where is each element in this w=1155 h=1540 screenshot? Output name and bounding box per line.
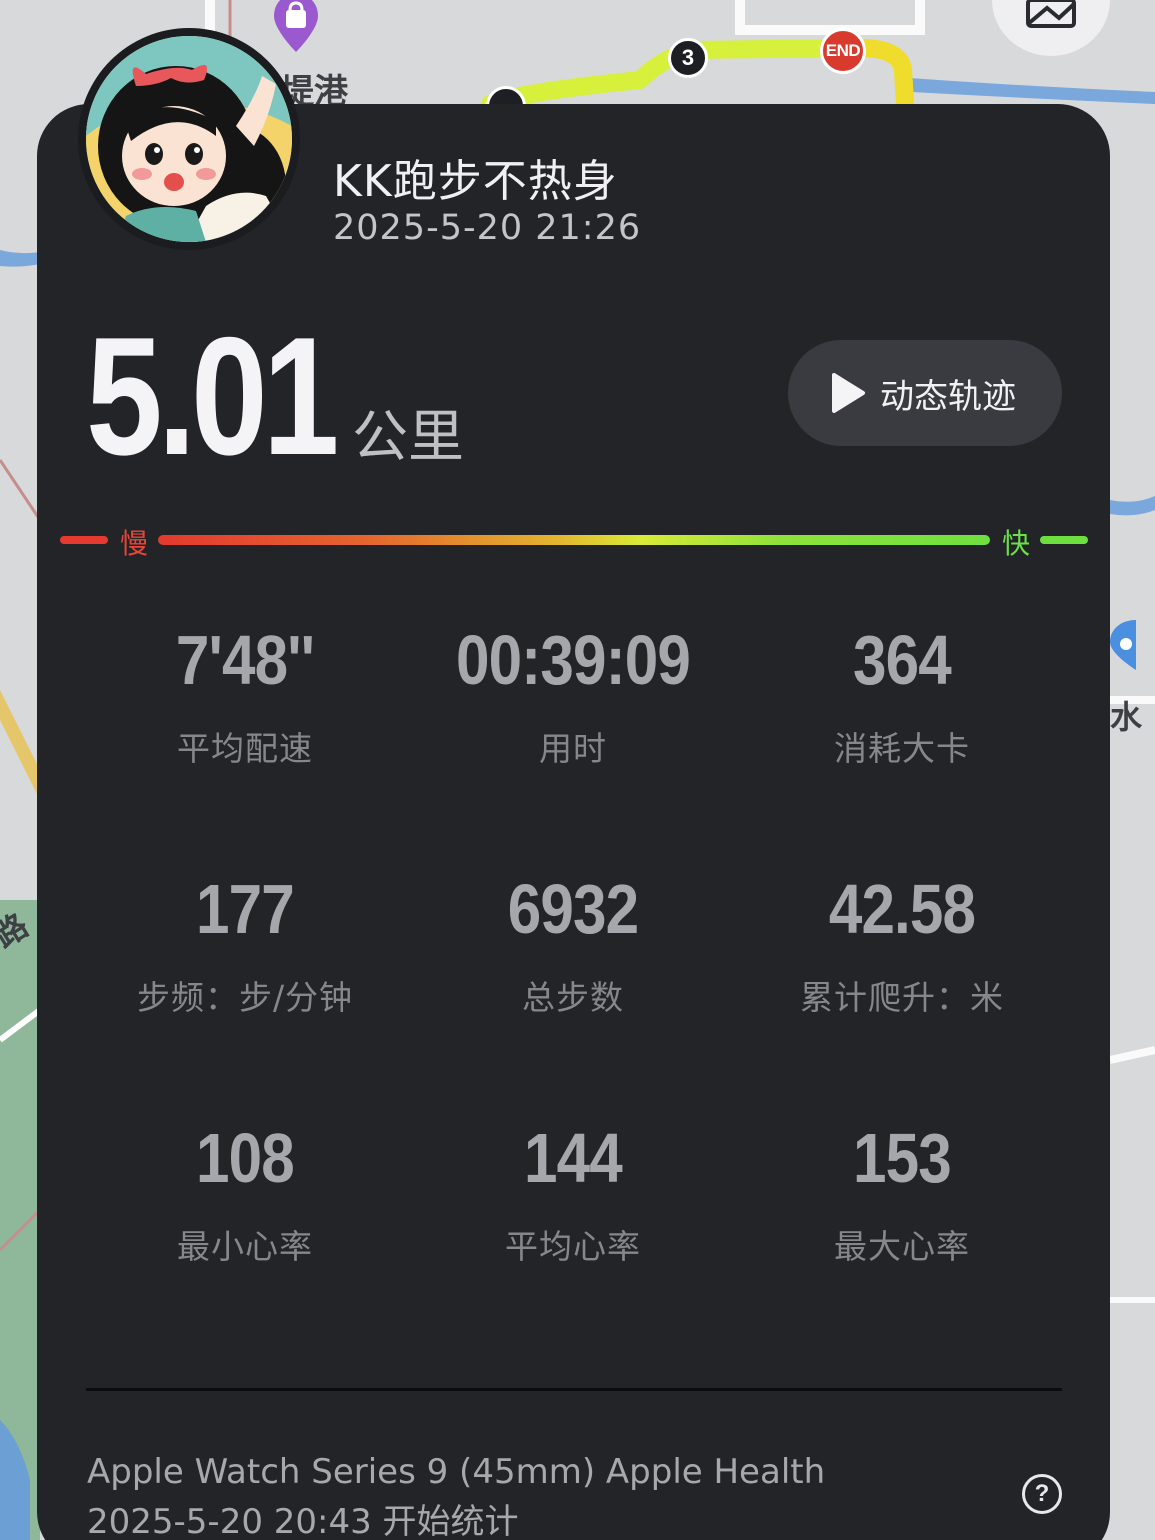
stat-value: 144 [524,1119,623,1197]
stat-label: 步频：步/分钟 [136,978,354,1017]
pace-fast-segment [1040,536,1088,544]
pace-slow-label: 慢 [120,527,149,560]
avatar[interactable] [78,28,300,250]
stat-elevation-gain: 42.58 累计爬升：米 [737,869,1067,1019]
distance-unit: 公里 [352,405,464,470]
distance-value: 5.01 [86,302,339,490]
stat-avg-heart-rate: 144 平均心率 [408,1118,738,1268]
username: KK跑步不热身 [333,156,618,207]
stat-value: 153 [853,1119,952,1197]
dynamic-track-button[interactable]: 动态轨迹 [788,340,1062,446]
play-icon [832,373,865,413]
stat-total-steps: 6932 总步数 [408,869,738,1019]
map-label-water: 水 [1110,698,1143,736]
stat-label: 最小心率 [177,1227,313,1266]
stat-label: 平均配速 [177,729,313,768]
stat-value: 00:39:09 [455,621,691,699]
stat-calories: 364 消耗大卡 [737,620,1067,770]
stat-label: 总步数 [522,978,624,1017]
stat-label: 平均心率 [505,1227,641,1266]
dynamic-track-label: 动态轨迹 [880,376,1016,417]
map-layer-icon [1026,0,1076,28]
stat-value: 6932 [507,870,639,948]
stat-value: 7'48'' [175,621,315,699]
stat-value: 42.58 [828,870,976,948]
shopping-bag-icon[interactable] [270,0,322,56]
stat-label: 用时 [539,729,607,768]
stat-duration: 00:39:09 用时 [408,620,738,770]
stat-value: 177 [196,870,295,948]
stat-label: 消耗大卡 [834,729,970,768]
stat-label: 最大心率 [834,1227,970,1266]
km-marker[interactable]: 3 [668,38,708,78]
stat-max-heart-rate: 153 最大心率 [737,1118,1067,1268]
stat-min-heart-rate: 108 最小心率 [80,1118,410,1268]
pace-slow-segment [60,536,108,544]
stat-cadence: 177 步频：步/分钟 [80,869,410,1019]
data-source-device: Apple Watch Series 9 (45mm) Apple Health [87,1452,826,1492]
pace-gradient-bar [158,535,990,545]
stat-avg-pace: 7'48'' 平均配速 [80,620,410,770]
end-marker[interactable]: END [820,28,866,74]
stat-value: 364 [853,621,952,699]
stat-value: 108 [196,1119,295,1197]
divider [86,1388,1062,1391]
location-pin-icon[interactable] [1106,616,1136,672]
data-start-time: 2025-5-20 20:43 开始统计 [87,1502,519,1540]
pace-fast-label: 快 [1002,527,1031,560]
avatar-illustration [86,36,292,242]
pace-legend: 慢 快 [60,522,1088,560]
run-datetime: 2025-5-20 21:26 [333,208,642,248]
question-circle-icon[interactable]: ? [1022,1474,1062,1514]
stat-label: 累计爬升：米 [800,978,1004,1017]
